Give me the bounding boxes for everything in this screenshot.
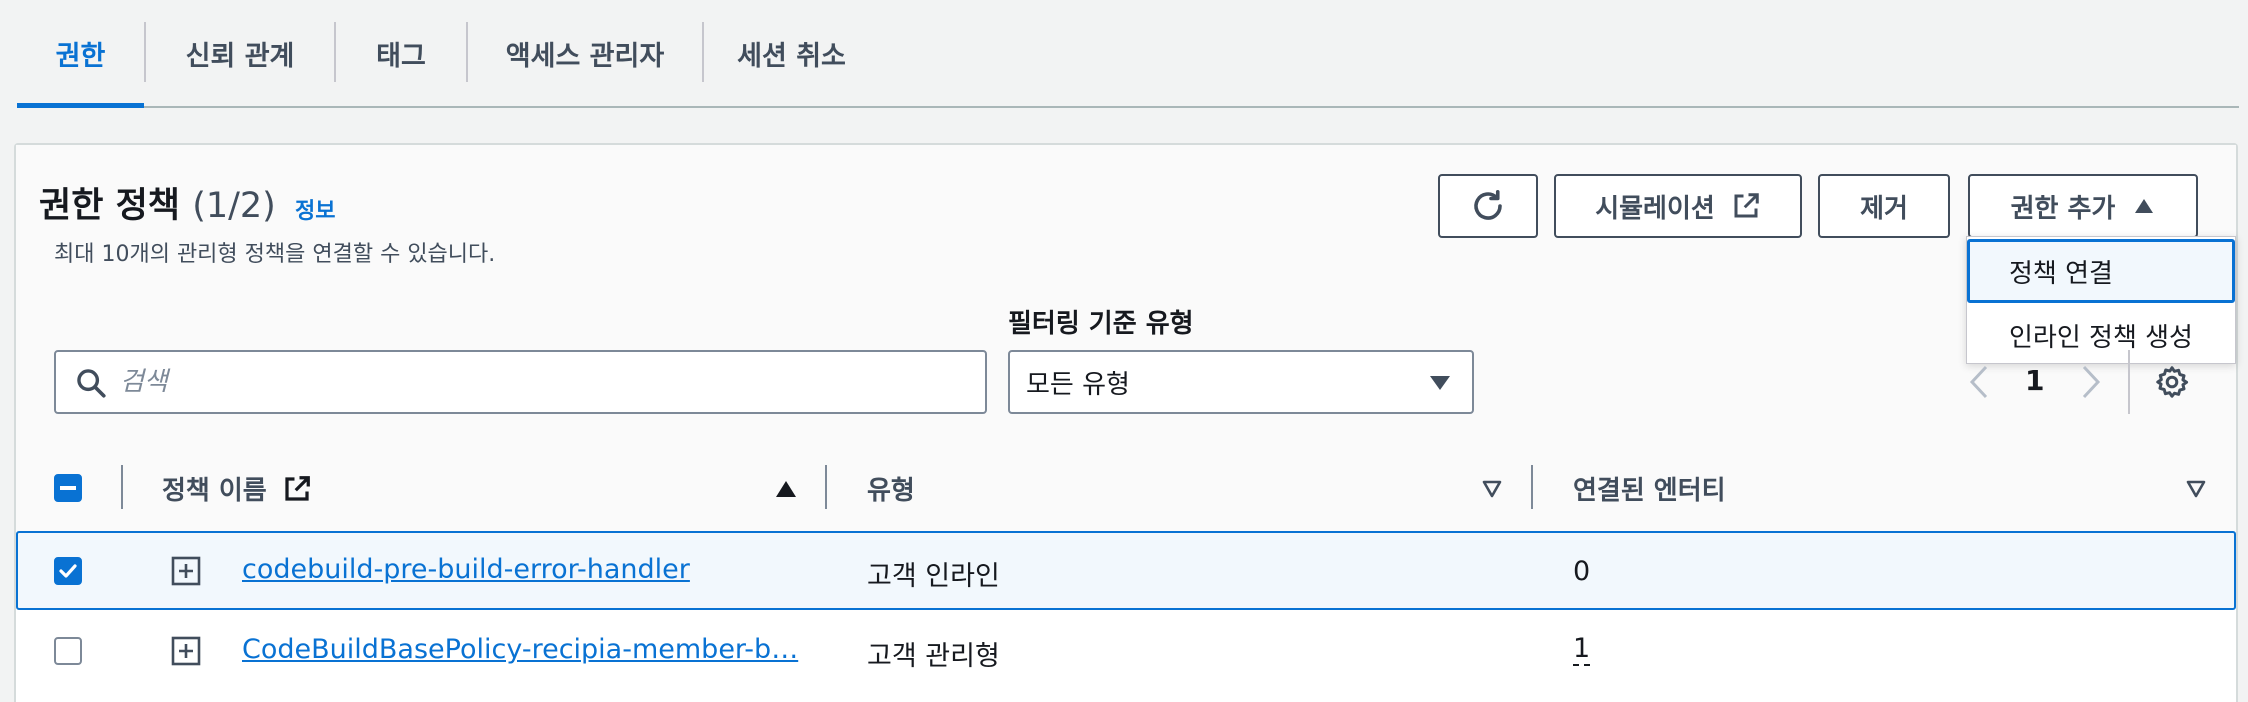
refresh-icon — [1474, 189, 1502, 220]
add-permissions-button[interactable]: 권한 추가 — [1968, 174, 2198, 238]
attached-entities-count[interactable]: 1 — [1573, 634, 1591, 666]
search-box — [54, 350, 987, 414]
menu-item-attach-policies[interactable]: 정책 연결 — [1967, 239, 2235, 303]
sort-icon[interactable] — [2185, 479, 2207, 499]
external-link-icon — [285, 476, 310, 501]
menu-item-create-inline-policy[interactable]: 인라인 정책 생성 — [1967, 303, 2235, 367]
policy-name-link[interactable]: codebuild-pre-build-error-handler — [242, 554, 690, 585]
expand-icon[interactable] — [171, 636, 201, 666]
previous-page-icon[interactable] — [1966, 364, 1992, 400]
info-link[interactable]: 정보 — [295, 193, 335, 225]
policy-name-link[interactable]: CodeBuildBasePolicy-recipia-member-b… — [242, 634, 798, 665]
panel-description: 최대 10개의 관리형 정책을 연결할 수 있습니다. — [54, 242, 496, 267]
sort-ascending-icon[interactable] — [774, 479, 798, 499]
column-header-type[interactable]: 유형 — [867, 470, 915, 507]
caret-up-icon — [2135, 199, 2154, 213]
pagination-divider — [2128, 350, 2130, 414]
tab-tags[interactable]: 태그 — [336, 0, 466, 106]
tab-revoke-sessions[interactable]: 세션 취소 — [704, 0, 879, 106]
caret-down-icon — [1430, 376, 1450, 390]
column-header-policy-name[interactable]: 정책 이름 — [162, 470, 312, 507]
select-all-checkbox[interactable] — [54, 474, 82, 502]
tab-permissions[interactable]: 권한 — [17, 0, 144, 108]
filter-type-select[interactable]: 모든 유형 — [1008, 350, 1474, 414]
tab-trust-relationships[interactable]: 신뢰 관계 — [146, 0, 334, 106]
attached-entities-count: 0 — [1573, 556, 1591, 587]
next-page-icon[interactable] — [2078, 364, 2104, 400]
column-header-policy-name-label: 정책 이름 — [162, 476, 267, 506]
policy-type: 고객 인라인 — [867, 561, 1000, 592]
current-page[interactable]: 1 — [2025, 364, 2044, 397]
checkmark-icon — [59, 564, 77, 578]
remove-label: 제거 — [1860, 193, 1908, 224]
column-divider — [825, 465, 827, 509]
panel-title-text: 권한 정책 — [39, 186, 180, 226]
tab-bar: 권한 신뢰 관계 태그 액세스 관리자 세션 취소 — [17, 0, 2239, 108]
selection-count: (1/2) — [192, 186, 276, 226]
column-divider — [1531, 465, 1533, 509]
sort-icon[interactable] — [1481, 479, 1503, 499]
filter-type-label: 필터링 기준 유형 — [1008, 309, 1194, 339]
external-link-icon — [1734, 193, 1759, 218]
search-input[interactable] — [120, 362, 970, 402]
tab-access-advisor[interactable]: 액세스 관리자 — [468, 0, 702, 106]
refresh-button[interactable] — [1438, 174, 1538, 238]
search-icon — [77, 369, 106, 398]
column-header-attached-entities[interactable]: 연결된 엔터티 — [1573, 470, 1726, 507]
remove-button[interactable]: 제거 — [1818, 174, 1950, 238]
settings-gear-icon[interactable] — [2154, 364, 2190, 400]
row-checkbox[interactable] — [54, 637, 82, 665]
simulation-button[interactable]: 시뮬레이션 — [1554, 174, 1802, 238]
add-permissions-label: 권한 추가 — [2010, 193, 2116, 224]
column-divider — [121, 465, 123, 509]
filter-type-value: 모든 유형 — [1026, 369, 1130, 400]
indeterminate-mark — [60, 486, 76, 490]
add-permissions-menu: 정책 연결 인라인 정책 생성 — [1966, 236, 2236, 364]
policy-type: 고객 관리형 — [867, 641, 1000, 672]
expand-icon[interactable] — [171, 556, 201, 586]
row-checkbox[interactable] — [54, 557, 82, 585]
simulation-label: 시뮬레이션 — [1595, 193, 1715, 224]
panel-title: 권한 정책 (1/2) — [39, 177, 276, 228]
